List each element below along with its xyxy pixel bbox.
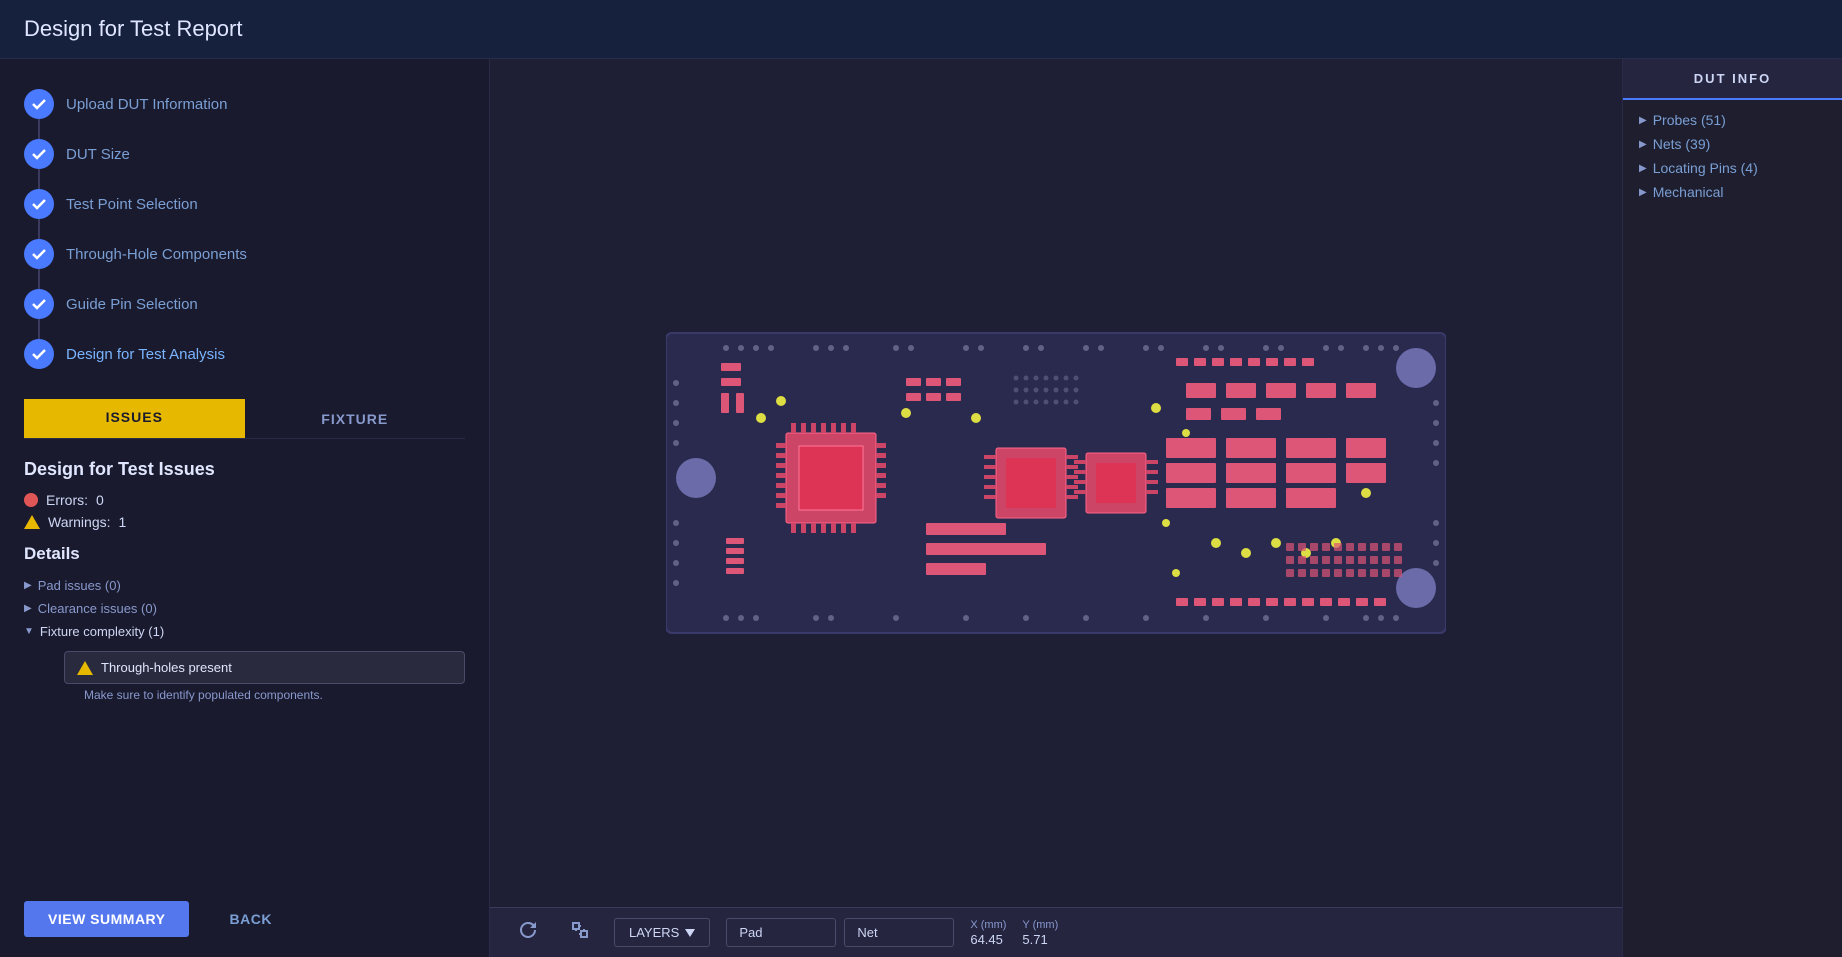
step-guide-pin[interactable]: Guide Pin Selection — [24, 279, 465, 329]
canvas-area: LAYERS Pad Net X (mm) 64.45 Y (mm) 5.71 — [490, 59, 1622, 957]
tree-pad-label: Pad issues (0) — [38, 578, 121, 593]
dut-info-header: DUT INFO — [1623, 59, 1842, 100]
x-value: 64.45 — [970, 932, 1006, 947]
net-field: Net — [844, 918, 954, 947]
step-circle-guide-pin — [24, 289, 54, 319]
dut-label-probes: Probes (51) — [1653, 112, 1726, 128]
reset-view-button[interactable] — [510, 916, 546, 949]
tree-arrow-pad: ▶ — [24, 580, 32, 591]
dut-arrow-nets: ▶ — [1639, 139, 1647, 150]
steps-list: Upload DUT Information DUT Size Test Poi… — [24, 79, 465, 379]
tree-pad-issues[interactable]: ▶ Pad issues (0) — [24, 574, 465, 597]
dut-label-nets: Nets (39) — [1653, 136, 1711, 152]
issues-title: Design for Test Issues — [24, 459, 465, 480]
dut-arrow-probes: ▶ — [1639, 115, 1647, 126]
fixture-warning-text: Through-holes present — [101, 660, 232, 675]
tree-arrow-fixture: ▼ — [24, 626, 34, 637]
warning-icon — [24, 515, 40, 529]
details-title: Details — [24, 544, 465, 564]
bottom-toolbar: LAYERS Pad Net X (mm) 64.45 Y (mm) 5.71 — [490, 907, 1622, 957]
step-circle-through-hole — [24, 239, 54, 269]
issues-panel: Design for Test Issues Errors: 0 Warning… — [24, 459, 465, 885]
layers-button[interactable]: LAYERS — [614, 918, 710, 947]
step-dft-analysis[interactable]: Design for Test Analysis — [24, 329, 465, 379]
tree-clearance-issues[interactable]: ▶ Clearance issues (0) — [24, 597, 465, 620]
tabs-row: ISSUES FIXTURE — [24, 399, 465, 439]
bottom-buttons: VIEW SUMMARY BACK — [24, 885, 465, 937]
pad-value: Pad — [739, 925, 762, 940]
step-label-guide-pin: Guide Pin Selection — [66, 296, 198, 313]
tab-issues[interactable]: ISSUES — [24, 399, 245, 438]
step-label-dut-size: DUT Size — [66, 146, 130, 163]
right-panel: DUT INFO ▶ Probes (51) ▶ Nets (39) ▶ Loc… — [1622, 59, 1842, 957]
fixture-warning-icon — [77, 661, 93, 675]
dut-tree-nets[interactable]: ▶ Nets (39) — [1639, 136, 1826, 152]
step-label-through-hole: Through-Hole Components — [66, 246, 247, 263]
pcb-board-svg — [666, 323, 1446, 643]
warnings-count: 1 — [119, 514, 127, 530]
fixture-warning-row: Through-holes present — [64, 651, 465, 684]
tree-clearance-label: Clearance issues (0) — [38, 601, 157, 616]
y-value: 5.71 — [1022, 932, 1058, 947]
error-icon — [24, 493, 38, 507]
tab-fixture[interactable]: FIXTURE — [245, 399, 466, 438]
step-circle-upload — [24, 89, 54, 119]
dut-label-mechanical: Mechanical — [1653, 184, 1724, 200]
y-label: Y (mm) — [1022, 919, 1058, 931]
tree-fixture-label: Fixture complexity (1) — [40, 624, 164, 639]
page-header: Design for Test Report — [0, 0, 1842, 59]
dut-tree-probes[interactable]: ▶ Probes (51) — [1639, 112, 1826, 128]
errors-count: 0 — [96, 492, 104, 508]
dut-arrow-locating-pins: ▶ — [1639, 163, 1647, 174]
fit-view-button[interactable] — [562, 916, 598, 949]
errors-stat: Errors: 0 — [24, 492, 465, 508]
dut-tree-mechanical[interactable]: ▶ Mechanical — [1639, 184, 1826, 200]
y-coord-group: Y (mm) 5.71 — [1022, 919, 1058, 947]
dut-tree-locating-pins[interactable]: ▶ Locating Pins (4) — [1639, 160, 1826, 176]
step-label-test-point: Test Point Selection — [66, 196, 198, 213]
back-button[interactable]: BACK — [205, 901, 295, 937]
x-label: X (mm) — [970, 919, 1006, 931]
tree-fixture-complexity[interactable]: ▼ Fixture complexity (1) — [24, 620, 465, 643]
fixture-warning-container: Through-holes present Make sure to ident… — [44, 643, 465, 706]
step-circle-test-point — [24, 189, 54, 219]
dut-arrow-mechanical: ▶ — [1639, 187, 1647, 198]
step-label-upload: Upload DUT Information — [66, 96, 227, 113]
x-coord-group: X (mm) 64.45 — [970, 919, 1006, 947]
net-value: Net — [857, 925, 877, 940]
tree-arrow-clearance: ▶ — [24, 603, 32, 614]
dut-label-locating-pins: Locating Pins (4) — [1653, 160, 1758, 176]
step-test-point[interactable]: Test Point Selection — [24, 179, 465, 229]
layers-label: LAYERS — [629, 925, 679, 940]
dut-tree-list: ▶ Probes (51) ▶ Nets (39) ▶ Locating Pin… — [1623, 100, 1842, 212]
pcb-viewport[interactable] — [490, 59, 1622, 907]
step-dut-size[interactable]: DUT Size — [24, 129, 465, 179]
pad-net-group: Pad Net — [726, 918, 954, 947]
step-circle-dut-size — [24, 139, 54, 169]
view-summary-button[interactable]: VIEW SUMMARY — [24, 901, 189, 937]
step-label-dft-analysis: Design for Test Analysis — [66, 346, 225, 363]
errors-label: Errors: — [46, 492, 88, 508]
step-upload-dut[interactable]: Upload DUT Information — [24, 79, 465, 129]
warnings-label: Warnings: — [48, 514, 111, 530]
fixture-hint: Make sure to identify populated componen… — [84, 688, 465, 702]
main-layout: Upload DUT Information DUT Size Test Poi… — [0, 59, 1842, 957]
step-circle-dft-analysis — [24, 339, 54, 369]
pad-field: Pad — [726, 918, 836, 947]
step-through-hole[interactable]: Through-Hole Components — [24, 229, 465, 279]
page-title: Design for Test Report — [24, 16, 1818, 42]
warnings-stat: Warnings: 1 — [24, 514, 465, 530]
sidebar: Upload DUT Information DUT Size Test Poi… — [0, 59, 490, 957]
